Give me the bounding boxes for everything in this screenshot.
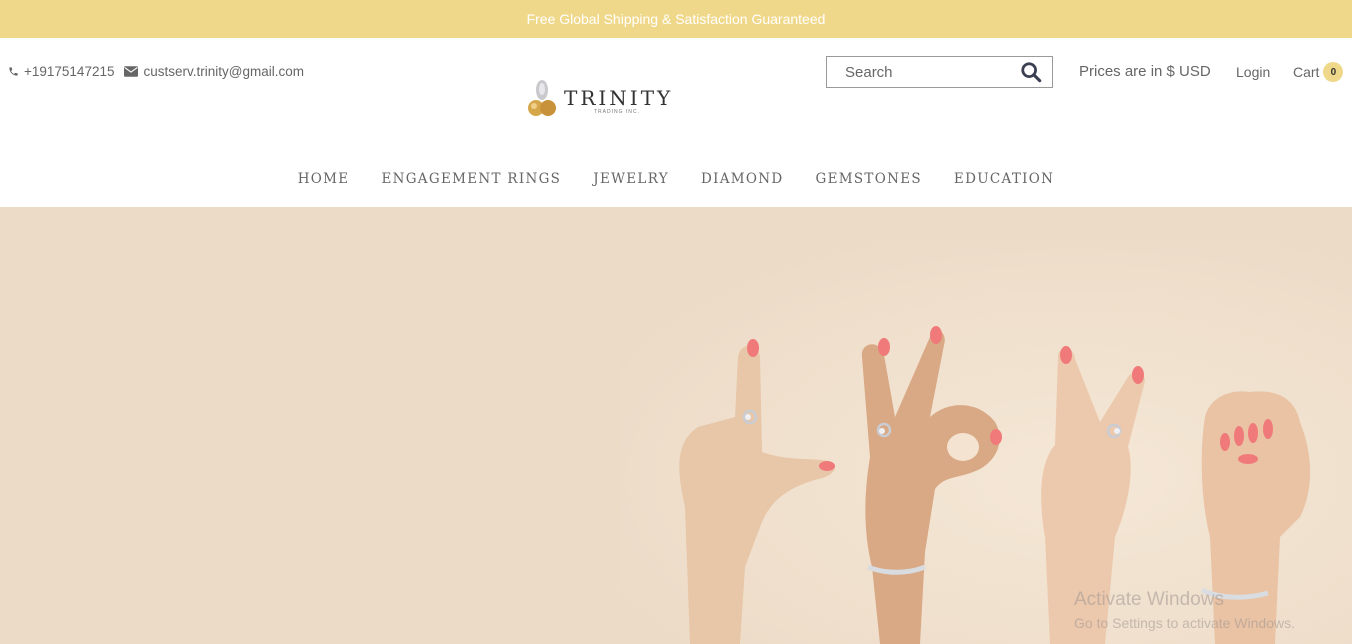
promo-bar: Free Global Shipping & Satisfaction Guar… [0,0,1352,38]
cart-link[interactable]: Cart 0 [1293,62,1344,82]
trinity-logo[interactable]: TRINITY TRADING INC. [512,76,688,120]
nav-item-engagement-rings[interactable]: ENGAGEMENT RINGS [381,171,561,187]
main-nav: HOME ENGAGEMENT RINGS JEWELRY DIAMOND GE… [0,171,1352,187]
header: +19175147215 custserv.trinity@gmail.com … [0,38,1352,207]
email-address: custserv.trinity@gmail.com [143,64,304,79]
search-box [826,56,1053,88]
cart-label: Cart [1293,64,1320,80]
nav-item-education[interactable]: EDUCATION [954,171,1054,187]
search-icon[interactable] [1020,61,1042,83]
email-contact[interactable]: custserv.trinity@gmail.com [124,64,304,79]
windows-activation-watermark: Activate Windows Go to Settings to activ… [1074,589,1295,631]
phone-number: +19175147215 [24,64,115,79]
phone-icon [9,67,18,76]
hero-banner[interactable]: Activate Windows Go to Settings to activ… [0,207,1352,644]
logo-mark-icon [528,80,556,116]
promo-text: Free Global Shipping & Satisfaction Guar… [526,11,826,27]
cart-count-badge: 0 [1323,62,1344,82]
contact-info: +19175147215 custserv.trinity@gmail.com [8,64,314,79]
nav-item-home[interactable]: HOME [298,171,350,187]
search-input[interactable] [845,63,1005,81]
watermark-subtitle: Go to Settings to activate Windows. [1074,615,1295,631]
login-link[interactable]: Login [1236,64,1270,80]
logo-tagline: TRADING INC. [594,109,640,115]
watermark-title: Activate Windows [1074,589,1224,610]
currency-selector[interactable]: Prices are in $ USD [1079,63,1211,80]
hand-l [679,339,835,644]
envelope-icon [124,66,139,77]
hand-o [861,326,1002,644]
hero-hands-image [679,326,1311,644]
nav-item-gemstones[interactable]: GEMSTONES [816,171,922,187]
phone-contact[interactable]: +19175147215 [8,64,114,79]
logo-wordmark: TRINITY [564,86,674,110]
nav-item-diamond[interactable]: DIAMOND [701,171,784,187]
nav-item-jewelry[interactable]: JEWELRY [593,171,669,187]
